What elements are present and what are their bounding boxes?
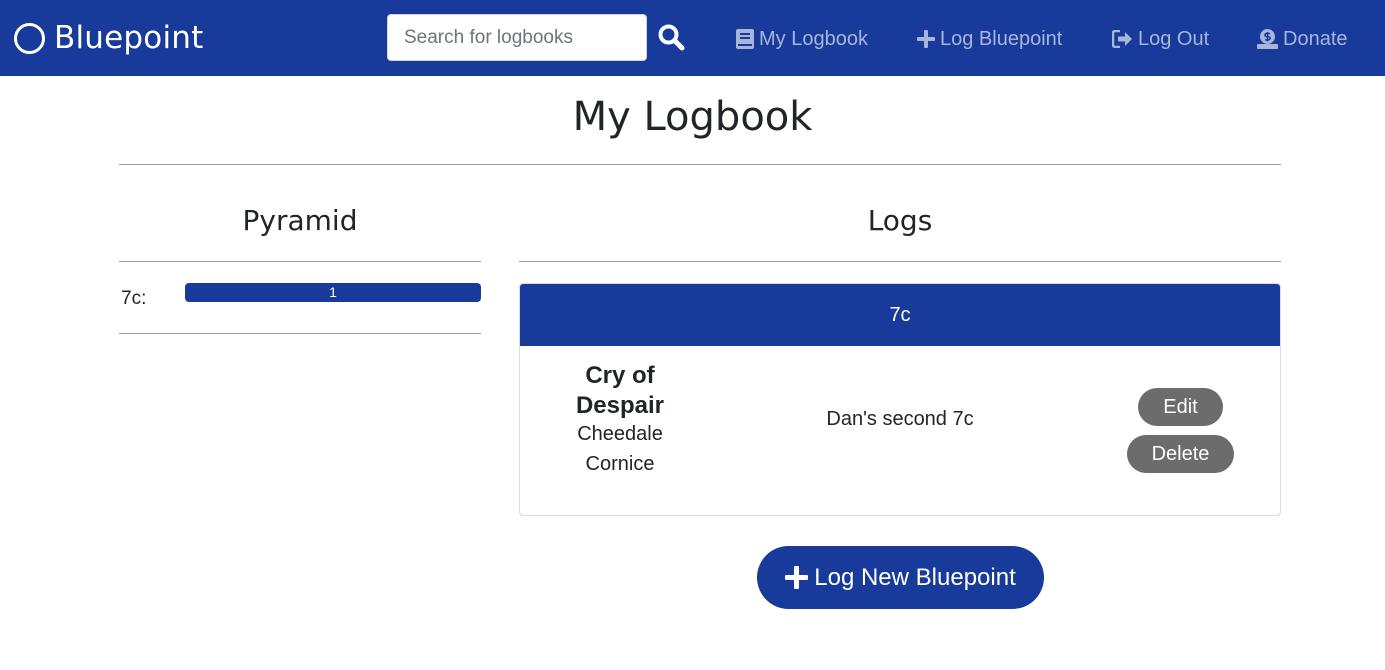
nav-my-logbook-label: My Logbook xyxy=(759,27,868,50)
log-new-bluepoint-button[interactable]: Log New Bluepoint xyxy=(757,546,1044,609)
log-note: Dan's second 7c xyxy=(826,408,974,430)
nav-donate[interactable]: Donate xyxy=(1257,26,1348,52)
page-title: My Logbook xyxy=(572,94,813,140)
search-input[interactable] xyxy=(387,14,647,61)
title-divider xyxy=(119,164,1281,165)
brand-link[interactable]: Bluepoint xyxy=(14,20,203,56)
pyramid-divider-bottom xyxy=(119,333,481,334)
log-card: 7c Cry of Despair Cheedale Cornice Dan's… xyxy=(519,283,1281,516)
pyramid-progress-bar: 1 xyxy=(185,283,481,302)
edit-button[interactable]: Edit xyxy=(1138,388,1223,426)
book-icon xyxy=(736,29,754,49)
nav-my-logbook[interactable]: My Logbook xyxy=(736,26,868,52)
plus-icon xyxy=(917,30,935,48)
nav-log-bluepoint[interactable]: Log Bluepoint xyxy=(917,26,1062,52)
route-sector: Cornice xyxy=(585,453,655,475)
logs-heading: Logs xyxy=(867,204,933,237)
logs-divider xyxy=(519,261,1281,262)
pyramid-grade-label: 7c: xyxy=(121,288,147,309)
money-icon xyxy=(1257,29,1278,49)
circle-icon xyxy=(14,22,45,54)
nav-log-out[interactable]: Log Out xyxy=(1112,26,1209,52)
log-card-grade-header: 7c xyxy=(520,284,1280,346)
nav-log-bluepoint-label: Log Bluepoint xyxy=(940,27,1063,50)
brand-name: Bluepoint xyxy=(54,20,204,56)
navbar: Bluepoint My Logbook Log Bluepoint Log O xyxy=(0,0,1385,76)
route-name: Cry of Despair xyxy=(575,362,665,419)
plus-icon xyxy=(785,566,809,589)
nav-donate-label: Donate xyxy=(1283,27,1348,50)
pyramid-divider-top xyxy=(119,261,481,262)
search-button[interactable] xyxy=(656,22,686,54)
pyramid-heading: Pyramid xyxy=(242,204,358,237)
route-crag: Cheedale xyxy=(577,423,663,445)
pyramid-progress-fill: 1 xyxy=(185,283,481,302)
nav-log-out-label: Log Out xyxy=(1138,27,1210,50)
sign-out-icon xyxy=(1112,30,1132,48)
delete-button[interactable]: Delete xyxy=(1127,435,1234,473)
log-new-bluepoint-label: Log New Bluepoint xyxy=(814,563,1016,591)
search-icon xyxy=(658,24,685,50)
